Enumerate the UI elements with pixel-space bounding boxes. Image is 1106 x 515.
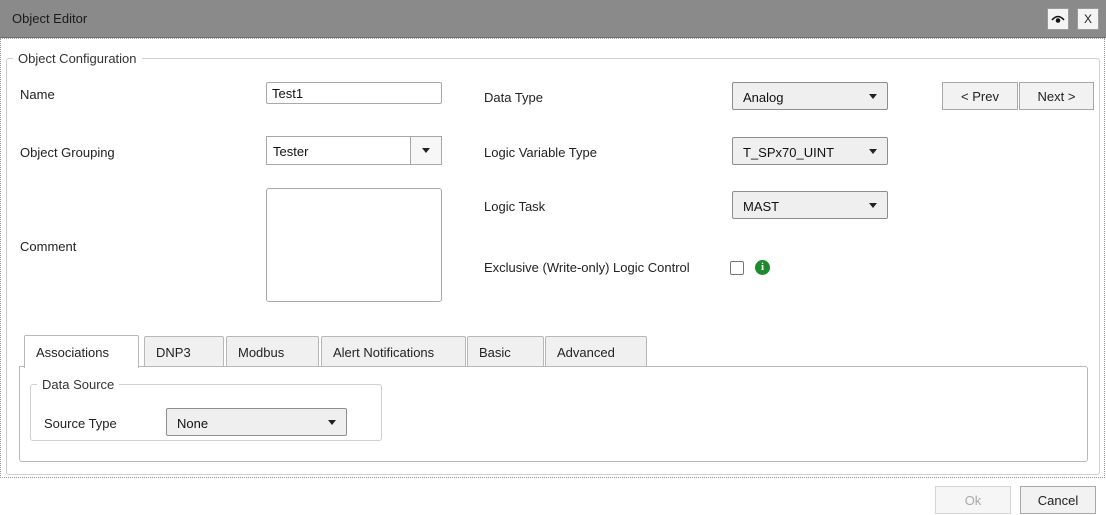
tab-modbus[interactable]: Modbus xyxy=(226,336,319,367)
next-button[interactable]: Next > xyxy=(1019,82,1094,110)
data-type-label: Data Type xyxy=(484,90,544,105)
tab-alert-notifications[interactable]: Alert Notifications xyxy=(321,336,466,367)
eye-icon xyxy=(1051,15,1065,23)
object-configuration-title: Object Configuration xyxy=(18,51,137,66)
dialog-body: Object Configuration Name Object Groupin… xyxy=(0,38,1105,478)
close-button[interactable]: X xyxy=(1077,8,1099,30)
tab-basic[interactable]: Basic xyxy=(467,336,544,367)
tab-dnp3[interactable]: DNP3 xyxy=(144,336,224,367)
data-source-title: Data Source xyxy=(42,377,115,392)
object-grouping-combo[interactable]: Tester xyxy=(266,136,442,165)
object-grouping-label: Object Grouping xyxy=(20,145,115,160)
visibility-button[interactable] xyxy=(1047,8,1069,30)
source-type-label: Source Type xyxy=(44,416,117,431)
exclusive-logic-control-label: Exclusive (Write-only) Logic Control xyxy=(484,260,690,275)
title-bar: Object Editor X xyxy=(0,0,1106,38)
cancel-button[interactable]: Cancel xyxy=(1020,486,1096,514)
prev-button[interactable]: < Prev xyxy=(942,82,1018,110)
window-title: Object Editor xyxy=(12,11,88,26)
chevron-down-icon xyxy=(869,94,877,99)
comment-label: Comment xyxy=(20,239,77,254)
comment-textarea[interactable] xyxy=(266,188,442,302)
logic-variable-type-dropdown[interactable]: T_SPx70_UINT xyxy=(732,137,888,165)
source-type-value: None xyxy=(177,416,209,431)
name-label: Name xyxy=(20,87,55,102)
logic-task-dropdown[interactable]: MAST xyxy=(732,191,888,219)
chevron-down-icon xyxy=(869,203,877,208)
logic-variable-type-label: Logic Variable Type xyxy=(484,145,597,160)
chevron-down-icon xyxy=(328,420,336,425)
name-input[interactable] xyxy=(266,82,442,104)
data-type-dropdown[interactable]: Analog xyxy=(732,82,888,110)
chevron-down-icon xyxy=(869,149,877,154)
info-icon[interactable]: i xyxy=(755,260,770,275)
tab-advanced[interactable]: Advanced xyxy=(545,336,647,367)
chevron-down-icon xyxy=(422,148,430,153)
logic-variable-type-value: T_SPx70_UINT xyxy=(743,145,835,160)
source-type-dropdown[interactable]: None xyxy=(166,408,347,436)
object-grouping-dropdown-button[interactable] xyxy=(410,137,441,164)
logic-task-value: MAST xyxy=(743,199,780,214)
tab-associations[interactable]: Associations xyxy=(24,335,139,368)
object-grouping-value: Tester xyxy=(273,144,309,159)
ok-button[interactable]: Ok xyxy=(935,486,1011,514)
exclusive-logic-control-checkbox[interactable] xyxy=(730,261,744,275)
logic-task-label: Logic Task xyxy=(484,199,546,214)
data-type-value: Analog xyxy=(743,90,784,105)
associations-tab-panel: Data Source Source Type None xyxy=(19,366,1088,462)
